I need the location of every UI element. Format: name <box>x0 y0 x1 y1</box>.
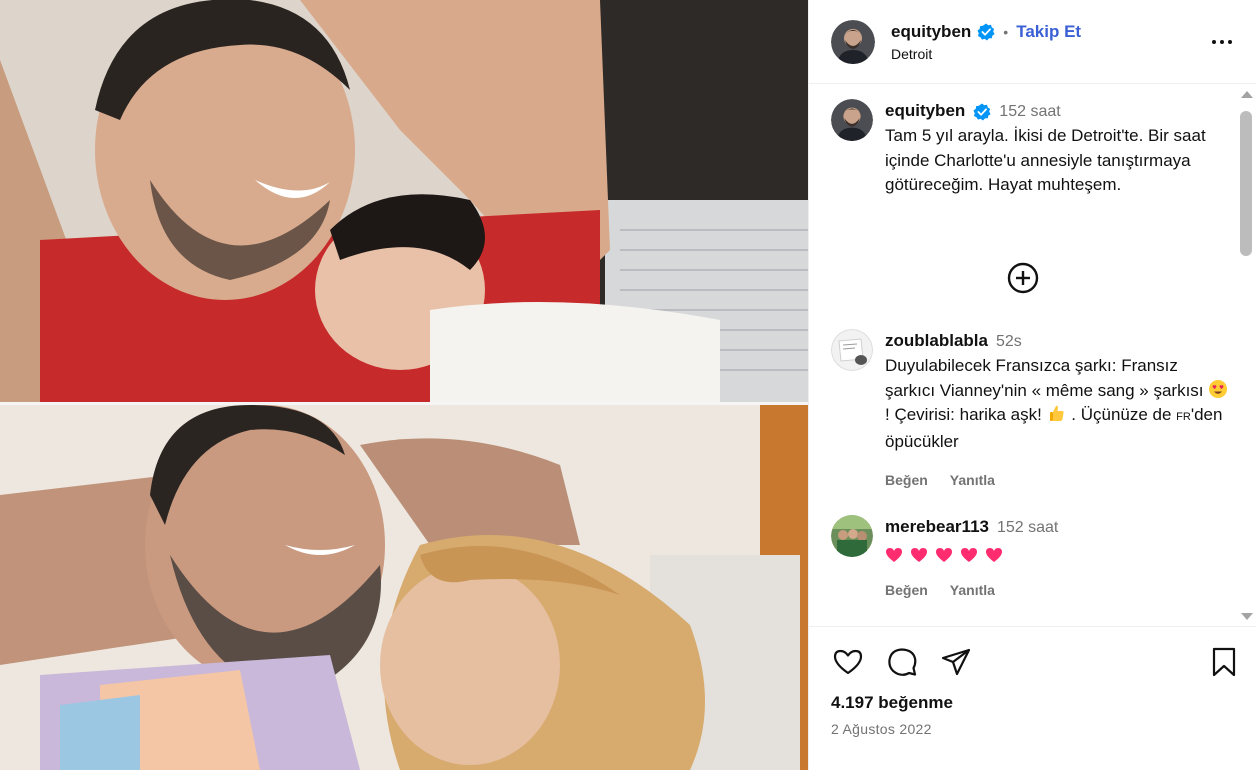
more-options-icon[interactable] <box>1210 30 1234 54</box>
save-bookmark-icon[interactable] <box>1207 645 1241 679</box>
photo-bottom-image <box>0 405 808 770</box>
post-panel: equityben • Takip Et Detroit equityben 1… <box>808 0 1256 770</box>
verified-badge-icon <box>977 22 995 41</box>
like-comment-button[interactable]: Beğen <box>885 472 928 488</box>
heart-emoji-icon <box>910 546 928 562</box>
like-comment-button[interactable]: Beğen <box>885 582 928 598</box>
comment-head: zoublablabla 52s <box>885 329 1231 354</box>
author-username[interactable]: equityben <box>891 22 971 42</box>
comment-actions: Beğen Yanıtla <box>885 472 1231 488</box>
likes-count[interactable]: 4.197 beğenme <box>831 693 953 713</box>
caption-text: Tam 5 yıl arayla. İkisi de Detroit'te. B… <box>885 126 1206 194</box>
heart-emoji-icon <box>935 546 953 562</box>
comment-username[interactable]: zoublablabla <box>885 329 988 353</box>
comment-actions: Beğen Yanıtla <box>885 582 1231 598</box>
thumbs-up-emoji-icon <box>1047 403 1067 423</box>
heart-eyes-emoji-icon <box>1208 379 1228 399</box>
verified-badge-icon <box>973 102 991 121</box>
comments-list: equityben 152 saat Tam 5 yıl arayla. İki… <box>809 85 1243 626</box>
reply-button[interactable]: Yanıtla <box>950 582 995 598</box>
comment-body: zoublablabla 52s Duyulabilecek Fransızca… <box>885 329 1231 488</box>
author-avatar[interactable] <box>831 19 875 64</box>
separator-dot: • <box>1003 23 1009 40</box>
comment-head: merebear113 152 saat <box>885 515 1231 540</box>
reply-button[interactable]: Yanıtla <box>950 472 995 488</box>
photo-bottom <box>0 405 808 770</box>
caption-avatar[interactable] <box>831 99 873 141</box>
comment-item: merebear113 152 saat Beğen Yanıtla <box>831 515 1231 598</box>
photo-top-image <box>0 0 808 405</box>
heart-emoji-icon <box>960 546 978 562</box>
header-info: equityben • Takip Et Detroit <box>891 22 1081 62</box>
post-footer: 4.197 beğenme 2 Ağustos 2022 <box>809 626 1256 770</box>
post-dialog: equityben • Takip Et Detroit equityben 1… <box>0 0 1256 770</box>
comment-text-part: . Üçünüze de <box>1066 405 1177 424</box>
comment-hearts <box>885 540 1231 564</box>
load-more-comments-icon[interactable] <box>1007 262 1039 294</box>
comment-bubble-icon[interactable] <box>885 645 919 679</box>
post-media[interactable] <box>0 0 808 770</box>
heart-emoji-icon <box>985 546 1003 562</box>
comment-text: Duyulabilecek Fransızca şarkı: Fransız ş… <box>885 354 1231 454</box>
commenter-avatar[interactable] <box>831 515 873 557</box>
commenter-avatar[interactable] <box>831 329 873 371</box>
caption-entry: equityben 152 saat Tam 5 yıl arayla. İki… <box>831 99 1231 198</box>
comment-time[interactable]: 152 saat <box>997 516 1058 540</box>
heart-emoji-icon <box>885 546 903 562</box>
caption-username[interactable]: equityben <box>885 99 965 123</box>
scroll-down-arrow-icon[interactable] <box>1241 613 1253 620</box>
flag-fr-icon: FR <box>1176 411 1191 423</box>
post-header: equityben • Takip Et Detroit <box>809 0 1256 84</box>
comment-username[interactable]: merebear113 <box>885 515 989 539</box>
scroll-thumb[interactable] <box>1240 111 1252 256</box>
scroll-up-arrow-icon[interactable] <box>1241 91 1253 98</box>
share-send-icon[interactable] <box>939 645 973 679</box>
comment-time[interactable]: 52s <box>996 330 1022 354</box>
comment-text-part: ! Çevirisi: harika aşk! <box>885 405 1047 424</box>
post-actions <box>831 645 1236 679</box>
comment-body: merebear113 152 saat Beğen Yanıtla <box>885 515 1231 598</box>
comment-item: zoublablabla 52s Duyulabilecek Fransızca… <box>831 329 1231 488</box>
post-date[interactable]: 2 Ağustos 2022 <box>831 721 932 737</box>
comments-scrollbar[interactable] <box>1236 85 1256 626</box>
follow-button[interactable]: Takip Et <box>1016 22 1081 42</box>
caption-head: equityben 152 saat <box>885 99 1231 124</box>
caption-time[interactable]: 152 saat <box>999 100 1060 124</box>
caption-body: equityben 152 saat Tam 5 yıl arayla. İki… <box>885 99 1231 198</box>
like-heart-icon[interactable] <box>831 645 865 679</box>
post-location[interactable]: Detroit <box>891 46 1081 62</box>
comment-text-part: Duyulabilecek Fransızca şarkı: Fransız ş… <box>885 356 1209 400</box>
header-row: equityben • Takip Et <box>891 22 1081 42</box>
photo-top <box>0 0 808 405</box>
